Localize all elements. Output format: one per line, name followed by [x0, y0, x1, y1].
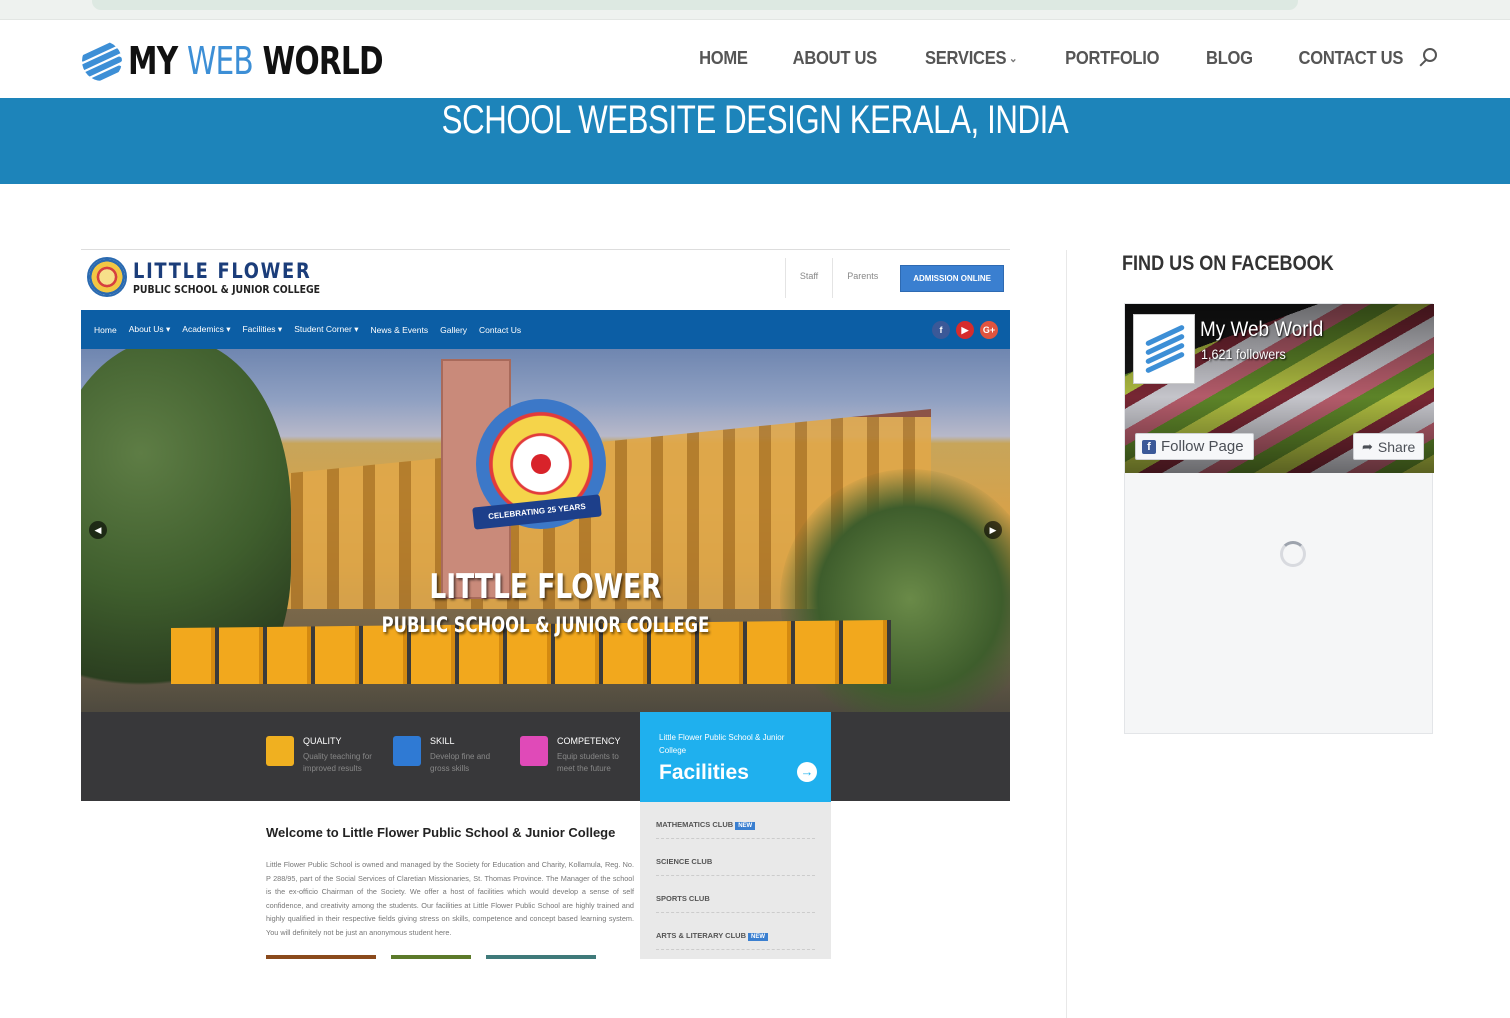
- feature-competency: COMPETENCY Equip students to meet the fut…: [520, 736, 637, 775]
- school-hero-image: CELEBRATING 25 YEARS LITTLE FLOWER PUBLI…: [81, 349, 1010, 712]
- logo-wordmark: MY WEB WORLD: [128, 39, 384, 83]
- school-logo: LITTLE FLOWER PUBLIC SCHOOL & JUNIOR COL…: [87, 257, 353, 297]
- school-nav-item: About Us ▾: [128, 324, 171, 334]
- arrow-right-icon: →: [797, 762, 817, 782]
- admission-online-button: ADMISSION ONLINE: [900, 264, 1004, 292]
- facilities-subtitle: Little Flower Public School & Junior Col…: [659, 733, 785, 755]
- school-header: LITTLE FLOWER PUBLIC SCHOOL & JUNIOR COL…: [81, 250, 1010, 310]
- facebook-widget[interactable]: My Web World 1,621 followers f Follow Pa…: [1124, 303, 1434, 734]
- chevron-left-icon: ◀: [89, 521, 107, 539]
- nav-contact-us[interactable]: CONTACT US: [1299, 48, 1404, 69]
- feature-quality: QUALITY Quality teaching for improved res…: [266, 736, 383, 775]
- facebook-icon: f: [932, 321, 950, 339]
- search-icon[interactable]: [1418, 47, 1440, 69]
- gallery-thumbs: [266, 955, 611, 959]
- nav-about-us[interactable]: ABOUT US: [793, 48, 878, 69]
- follow-page-button[interactable]: f Follow Page: [1135, 433, 1254, 460]
- list-item: ARTS & LITERARY CLUB NEW: [656, 913, 815, 950]
- chevron-down-icon: ⌄: [1009, 52, 1018, 65]
- google-plus-icon: G+: [980, 321, 998, 339]
- nav-portfolio[interactable]: PORTFOLIO: [1065, 48, 1159, 69]
- list-item: SPORTS CLUB: [656, 876, 815, 913]
- globe-logo-icon: [82, 41, 122, 81]
- main-nav: HOME ABOUT US SERVICES ⌄ PORTFOLIO BLOG C…: [657, 47, 1440, 69]
- nav-services[interactable]: SERVICES ⌄: [925, 48, 1017, 69]
- browser-top-strip: [0, 0, 1510, 20]
- hero-title: LITTLE FLOWER: [429, 567, 662, 607]
- book-icon: [266, 736, 294, 766]
- top-strip-bar: [92, 0, 1298, 10]
- chevron-right-icon: ▶: [984, 521, 1002, 539]
- school-nav-item: Student Corner ▾: [294, 324, 359, 334]
- page-title: SCHOOL WEBSITE DESIGN KERALA, INDIA: [441, 98, 1069, 142]
- list-item: SCIENCE CLUB: [656, 839, 815, 876]
- bulb-icon: [393, 736, 421, 766]
- school-top-links: Staff Parents ADMISSION ONLINE: [784, 258, 1004, 298]
- school-seal-icon: [87, 257, 127, 297]
- award-icon: [520, 736, 548, 766]
- nav-blog[interactable]: BLOG: [1206, 48, 1253, 69]
- sidebar-title: FIND US ON FACEBOOK: [1122, 252, 1334, 275]
- follow-page-label: Follow Page: [1161, 438, 1244, 455]
- facebook-cover-image[interactable]: My Web World 1,621 followers f Follow Pa…: [1125, 304, 1434, 473]
- school-link-staff: Staff: [784, 258, 832, 298]
- school-nav-item: Facilities ▾: [242, 324, 283, 334]
- share-button[interactable]: ➦ Share: [1353, 433, 1425, 460]
- site-logo[interactable]: MY WEB WORLD: [82, 39, 455, 83]
- list-item: MATHEMATICS CLUB NEW: [656, 802, 815, 839]
- nav-home[interactable]: HOME: [699, 48, 748, 69]
- school-features-strip: QUALITY Quality teaching for improved res…: [81, 712, 1010, 801]
- share-arrow-icon: ➦: [1362, 438, 1373, 454]
- clubs-list: MATHEMATICS CLUB NEW SCIENCE CLUB SPORTS …: [640, 802, 831, 959]
- welcome-text: Little Flower Public School is owned and…: [266, 860, 634, 937]
- portfolio-screenshot[interactable]: LITTLE FLOWER PUBLIC SCHOOL & JUNIOR COL…: [81, 249, 1010, 959]
- school-nav-item: Contact Us: [479, 324, 522, 335]
- welcome-title: Welcome to Little Flower Public School &…: [266, 825, 616, 840]
- hero-subtitle: PUBLIC SCHOOL & JUNIOR COLLEGE: [381, 613, 710, 637]
- school-nav-item: Home: [94, 324, 117, 335]
- school-social-icons: f ▶ G+: [926, 321, 998, 339]
- facilities-panel: Little Flower Public School & Junior Col…: [640, 712, 831, 802]
- facebook-page-name[interactable]: My Web World: [1200, 318, 1323, 342]
- school-link-parents: Parents: [832, 258, 892, 298]
- site-header: MY WEB WORLD HOME ABOUT US SERVICES ⌄ POR…: [0, 20, 1510, 98]
- page-title-band: SCHOOL WEBSITE DESIGN KERALA, INDIA: [0, 98, 1510, 184]
- school-nav-item: News & Events: [370, 324, 429, 335]
- facebook-followers: 1,621 followers: [1201, 346, 1286, 362]
- feature-skill: SKILL Develop fine and gross skills: [393, 736, 510, 775]
- school-nav-item: Gallery: [440, 324, 468, 335]
- column-divider: [1066, 250, 1067, 1018]
- school-nav-item: Academics ▾: [182, 324, 231, 334]
- loading-spinner-icon: [1280, 541, 1306, 567]
- school-name-line2: PUBLIC SCHOOL & JUNIOR COLLEGE: [133, 282, 321, 296]
- youtube-icon: ▶: [956, 321, 974, 339]
- page-avatar[interactable]: [1133, 314, 1195, 384]
- welcome-section: Welcome to Little Flower Public School &…: [266, 825, 634, 939]
- school-nav: Home About Us ▾ Academics ▾ Facilities ▾…: [81, 310, 1010, 349]
- facebook-icon: f: [1142, 439, 1156, 454]
- share-label: Share: [1377, 438, 1416, 455]
- nav-services-label: SERVICES: [925, 47, 1007, 68]
- school-name-line1: LITTLE FLOWER: [133, 258, 312, 283]
